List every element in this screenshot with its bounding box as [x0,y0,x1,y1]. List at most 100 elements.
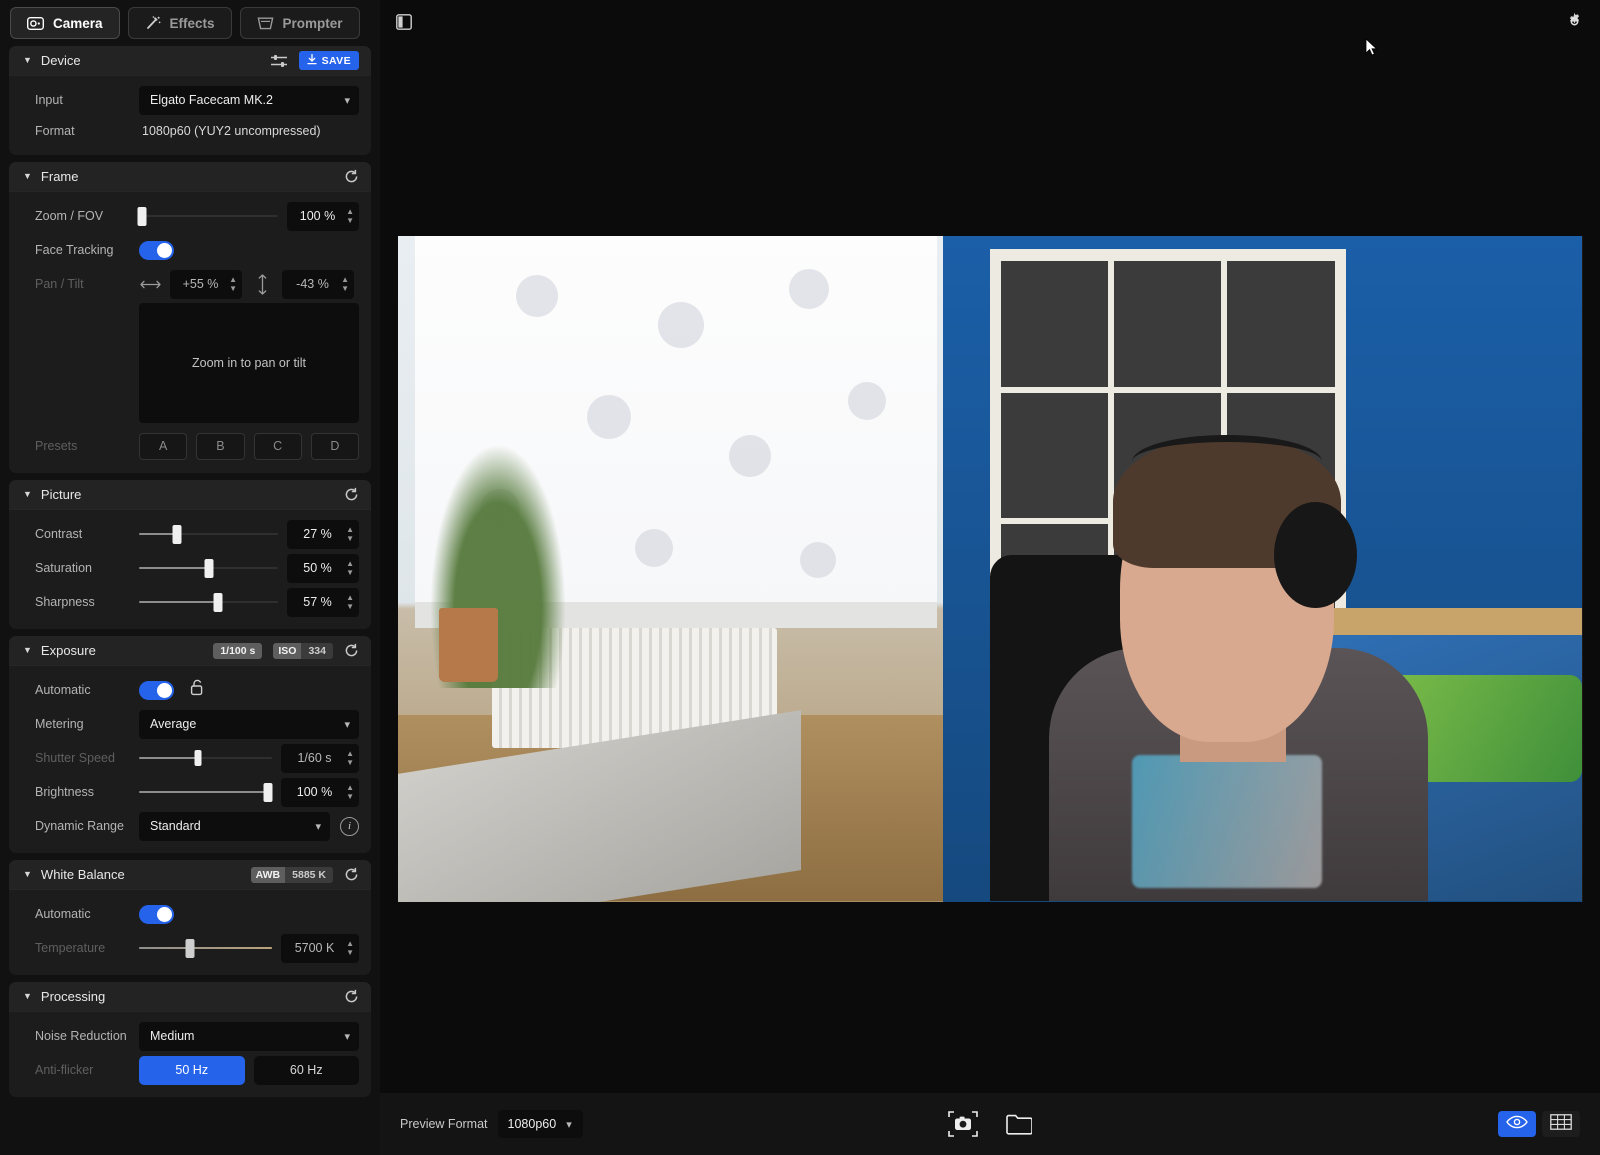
slider-thumb[interactable] [204,558,213,578]
preset-a-button[interactable]: A [139,432,188,460]
scene-shelf-cell [1227,261,1335,387]
sharpness-slider[interactable] [139,590,278,614]
pan-tilt-pad[interactable]: Zoom in to pan or tilt [139,303,359,423]
reset-exposure-icon[interactable] [344,643,359,658]
tab-prompter[interactable]: Prompter [239,7,360,39]
sliders-icon[interactable] [270,54,288,68]
slider-thumb[interactable] [172,524,182,544]
slider-thumb[interactable] [263,782,273,802]
info-icon[interactable]: i [340,816,359,836]
section-white-balance-header[interactable]: ▼ White Balance AWB 5885 K [9,860,371,890]
preset-b-button[interactable]: B [196,432,245,460]
preset-d-label: D [330,439,340,453]
sharpness-label: Sharpness [35,595,95,609]
stepper-icon[interactable]: ▲ ▼ [346,744,354,773]
pan-tilt-label: Pan / Tilt [35,277,84,291]
shutter-speed-slider[interactable] [139,746,272,770]
row-metering: Metering Average ▾ [21,709,359,739]
slider-thumb[interactable] [185,938,195,958]
tab-effects[interactable]: Effects [127,7,232,39]
anti-flicker-60hz-button[interactable]: 60 Hz [253,1055,359,1085]
section-processing-title: Processing [40,989,106,1004]
preview-format-select[interactable]: 1080p60 ▾ [497,1110,583,1138]
scene-tshirt-print [1132,754,1322,889]
brightness-slider[interactable] [139,780,273,804]
temperature-slider[interactable] [139,936,272,960]
reset-white-balance-icon[interactable] [344,867,359,882]
grid-overlay-button[interactable] [1542,1111,1580,1137]
pan-numberbox[interactable]: +55 % ▲ ▼ [170,269,242,299]
preview-top-bar [380,0,1600,56]
row-face-tracking: Face Tracking [21,235,359,265]
chevron-down-icon[interactable]: ▼ [23,992,32,1001]
folder-icon[interactable] [1006,1114,1032,1135]
chevron-down-icon[interactable]: ▼ [23,172,32,181]
settings-scroll-area[interactable]: ▼ Device SAVE Input Elgato Facecam MK.2 … [0,46,380,1155]
stepper-icon[interactable]: ▲ ▼ [346,202,354,231]
contrast-slider[interactable] [139,522,278,546]
chevron-down-icon[interactable]: ▼ [23,56,32,65]
section-picture-header[interactable]: ▼ Picture [9,480,371,510]
section-exposure-header[interactable]: ▼ Exposure 1/100 s ISO 334 [9,636,371,666]
reset-picture-icon[interactable] [344,487,359,502]
exposure-automatic-toggle[interactable] [139,680,174,700]
contrast-numberbox[interactable]: 27 % ▲ ▼ [287,519,359,549]
stepper-icon[interactable]: ▲ ▼ [346,554,354,583]
chevron-down-icon[interactable]: ▼ [23,870,32,879]
anti-flicker-50hz-button[interactable]: 50 Hz [139,1055,245,1085]
slider-thumb[interactable] [213,592,223,612]
stepper-icon[interactable]: ▲ ▼ [346,934,354,963]
slider-fill [139,533,177,535]
slider-thumb[interactable] [194,750,202,766]
row-wb-automatic: Automatic [21,899,359,929]
metering-select[interactable]: Average ▾ [139,709,359,739]
temperature-numberbox[interactable]: 5700 K ▲ ▼ [281,933,359,963]
chevron-down-icon: ▾ [566,1118,572,1131]
scene-shelf-cell [1000,392,1109,518]
tilt-numberbox[interactable]: -43 % ▲ ▼ [282,269,354,299]
camera-preview[interactable] [397,235,1583,902]
brightness-numberbox[interactable]: 100 % ▲ ▼ [281,777,359,807]
presets-label: Presets [35,439,78,453]
section-device: ▼ Device SAVE Input Elgato Facecam MK.2 … [9,46,371,155]
reset-frame-icon[interactable] [344,169,359,184]
zoom-fov-numberbox[interactable]: 100 % ▲ ▼ [287,201,359,231]
slider-thumb[interactable] [137,206,147,226]
footer-right-tools [1498,1111,1580,1137]
collapse-panel-icon[interactable] [396,14,412,30]
saturation-numberbox[interactable]: 50 % ▲ ▼ [287,553,359,583]
stepper-icon[interactable]: ▲ ▼ [229,270,237,299]
stepper-icon[interactable]: ▲ ▼ [346,520,354,549]
unlock-icon[interactable] [190,679,204,701]
dynamic-range-select[interactable]: Standard ▾ [139,811,330,841]
wb-automatic-toggle[interactable] [139,904,174,924]
left-control-panel: Camera Effects Prompter ▼ Device SAVE In… [0,0,380,1155]
face-tracking-toggle[interactable] [139,240,174,260]
chevron-down-icon[interactable]: ▼ [23,490,32,499]
section-processing-header[interactable]: ▼ Processing [9,982,371,1012]
zoom-fov-slider[interactable] [137,204,278,228]
tab-camera[interactable]: Camera [10,7,120,39]
stepper-icon[interactable]: ▲ ▼ [346,588,354,617]
stepper-icon[interactable]: ▲ ▼ [341,270,349,299]
snapshot-icon[interactable] [948,1111,978,1137]
save-button[interactable]: SAVE [298,51,359,70]
preset-d-button[interactable]: D [310,432,359,460]
anti-flicker-segmented: 50 Hz 60 Hz [139,1055,359,1085]
noise-reduction-select[interactable]: Medium ▾ [139,1021,359,1051]
gear-icon[interactable] [1565,12,1584,36]
preview-visibility-button[interactable] [1498,1111,1536,1137]
section-processing: ▼ Processing Noise Reduction Medium ▾ An… [9,982,371,1097]
sharpness-numberbox[interactable]: 57 % ▲ ▼ [287,587,359,617]
preset-c-button[interactable]: C [253,432,302,460]
section-frame-header[interactable]: ▼ Frame [9,162,371,192]
saturation-slider[interactable] [139,556,278,580]
shutter-speed-numberbox[interactable]: 1/60 s ▲ ▼ [281,743,359,773]
chevron-down-icon[interactable]: ▼ [23,646,32,655]
section-device-header[interactable]: ▼ Device SAVE [9,46,371,76]
stepper-icon[interactable]: ▲ ▼ [346,778,354,807]
scene-headphone-cup [1274,501,1358,609]
reset-processing-icon[interactable] [344,989,359,1004]
row-contrast: Contrast 27 % ▲ ▼ [21,519,359,549]
input-select[interactable]: Elgato Facecam MK.2 ▾ [139,85,359,115]
